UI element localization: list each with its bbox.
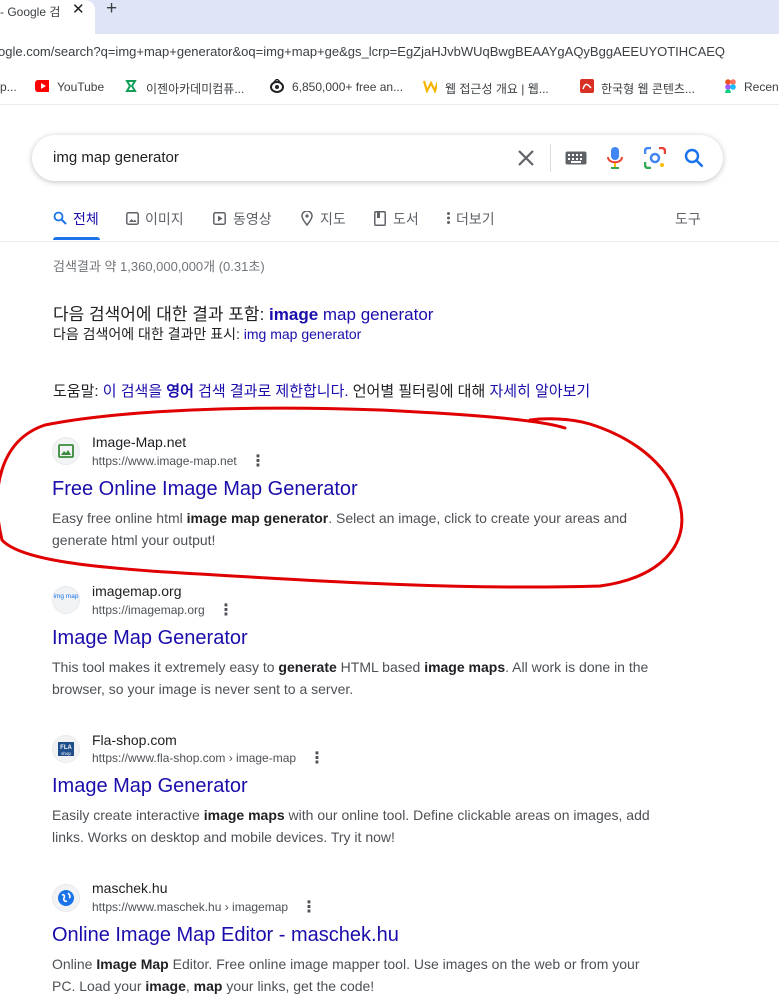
search-tip: 도움말: 이 검색을 영어 검색 결과로 제한합니다. 언어별 필터링에 대해 … bbox=[53, 383, 591, 400]
academy-icon bbox=[125, 80, 137, 92]
clear-icon[interactable] bbox=[517, 149, 535, 167]
more-options-icon[interactable]: ⋮ bbox=[218, 600, 234, 620]
result-site-name[interactable]: imagemap.org bbox=[92, 583, 182, 599]
bookmark-folder[interactable]: p... bbox=[0, 80, 17, 94]
header-divider bbox=[0, 241, 779, 242]
search-icon[interactable] bbox=[684, 148, 704, 168]
more-options-icon[interactable]: ⋮ bbox=[309, 748, 325, 768]
svg-text:img map: img map bbox=[54, 593, 79, 600]
keyboard-icon[interactable] bbox=[565, 151, 587, 165]
url-text[interactable]: ogle.com/search?q=img+map+generator&oq=i… bbox=[0, 44, 725, 59]
result-favicon: FLA shop bbox=[52, 735, 80, 763]
more-vert-icon bbox=[447, 212, 450, 224]
result-site-name[interactable]: maschek.hu bbox=[92, 880, 167, 896]
result-title[interactable]: Image Map Generator bbox=[52, 627, 248, 650]
learn-more-link[interactable]: 자세히 알아보기 bbox=[489, 383, 590, 400]
tab-all[interactable]: 전체 bbox=[73, 209, 99, 229]
mic-icon[interactable] bbox=[607, 146, 623, 170]
result-snippet: This tool makes it extremely easy to gen… bbox=[52, 659, 649, 697]
search-input[interactable]: img map generator bbox=[53, 149, 179, 166]
youtube-icon bbox=[35, 80, 49, 92]
globe-icon bbox=[58, 890, 74, 906]
w-icon bbox=[423, 80, 437, 93]
showing-results-for: 다음 검색어에 대한 결과 포함: image map generator bbox=[53, 305, 434, 324]
result-title[interactable]: Image Map Generator bbox=[52, 775, 248, 798]
result-favicon bbox=[52, 437, 80, 465]
svg-text:shop: shop bbox=[61, 751, 71, 756]
image-icon bbox=[126, 212, 139, 225]
corrected-query-bold[interactable]: image bbox=[269, 305, 318, 324]
result-site-name[interactable]: Image-Map.net bbox=[92, 434, 186, 450]
lens-icon[interactable] bbox=[644, 147, 666, 169]
active-tab-indicator bbox=[53, 237, 100, 240]
result-url[interactable]: https://imagemap.org bbox=[92, 603, 205, 617]
bookmark-kwcag[interactable]: 한국형 웹 콘텐츠... bbox=[601, 80, 695, 97]
figma-icon bbox=[725, 79, 736, 93]
close-icon[interactable]: ✕ bbox=[72, 0, 85, 18]
book-icon bbox=[374, 211, 386, 226]
imagemap-org-favicon: img map bbox=[54, 593, 79, 600]
result-snippet: Easy free online html image map generato… bbox=[52, 510, 628, 548]
search-instead-for: 다음 검색어에 대한 결과만 표시: img map generator bbox=[53, 326, 362, 342]
pdf-icon bbox=[580, 79, 594, 93]
result-favicon: img map bbox=[52, 586, 80, 614]
result-url[interactable]: https://www.image-map.net bbox=[92, 454, 237, 468]
result-snippet: Easily create interactive image maps wit… bbox=[52, 807, 650, 845]
bookmark-free[interactable]: 6,850,000+ free an... bbox=[292, 80, 403, 94]
result-favicon bbox=[52, 884, 80, 912]
result-title[interactable]: Online Image Map Editor - maschek.hu bbox=[52, 924, 399, 947]
result-stats: 검색결과 약 1,360,000,000개 (0.31초) bbox=[53, 259, 265, 274]
result-site-name[interactable]: Fla-shop.com bbox=[92, 732, 177, 748]
divider bbox=[550, 144, 551, 172]
tab-books[interactable]: 도서 bbox=[393, 209, 419, 229]
eye-icon bbox=[270, 79, 284, 93]
tab-title: - Google 검 bbox=[0, 5, 61, 19]
bookmark-figma[interactable]: Recent bbox=[744, 80, 779, 94]
more-options-icon[interactable]: ⋮ bbox=[301, 897, 317, 917]
tab-more[interactable]: 더보기 bbox=[456, 209, 495, 229]
result-url[interactable]: https://www.maschek.hu › imagemap bbox=[92, 900, 288, 914]
search-icon bbox=[53, 211, 67, 225]
fla-shop-favicon: FLAshop bbox=[58, 742, 74, 756]
tab-videos[interactable]: 동영상 bbox=[233, 209, 272, 229]
more-options-icon[interactable]: ⋮ bbox=[250, 451, 266, 471]
corrected-query-link[interactable]: map generator bbox=[318, 305, 434, 324]
tab-maps[interactable]: 지도 bbox=[320, 209, 346, 229]
result-url[interactable]: https://www.fla-shop.com › image-map bbox=[92, 751, 296, 765]
new-tab-button[interactable]: + bbox=[106, 0, 117, 20]
result-title[interactable]: Free Online Image Map Generator bbox=[52, 478, 358, 501]
bookmark-academy[interactable]: 이젠아카데미컴퓨... bbox=[146, 80, 244, 97]
original-query-link[interactable]: img map generator bbox=[244, 326, 362, 342]
limit-english-link[interactable]: 이 검색을 영어 검색 결과로 제한합니다. bbox=[103, 383, 349, 400]
video-icon bbox=[213, 212, 226, 225]
map-pin-icon bbox=[301, 211, 313, 226]
result-snippet: Online Image Map Editor. Free online ima… bbox=[52, 956, 640, 994]
tab-images[interactable]: 이미지 bbox=[145, 209, 184, 229]
tools-button[interactable]: 도구 bbox=[675, 209, 701, 229]
image-map-favicon bbox=[58, 444, 74, 458]
bookmark-accessibility[interactable]: 웹 접근성 개요 | 웹... bbox=[445, 80, 549, 97]
bookmark-youtube[interactable]: YouTube bbox=[57, 80, 104, 94]
